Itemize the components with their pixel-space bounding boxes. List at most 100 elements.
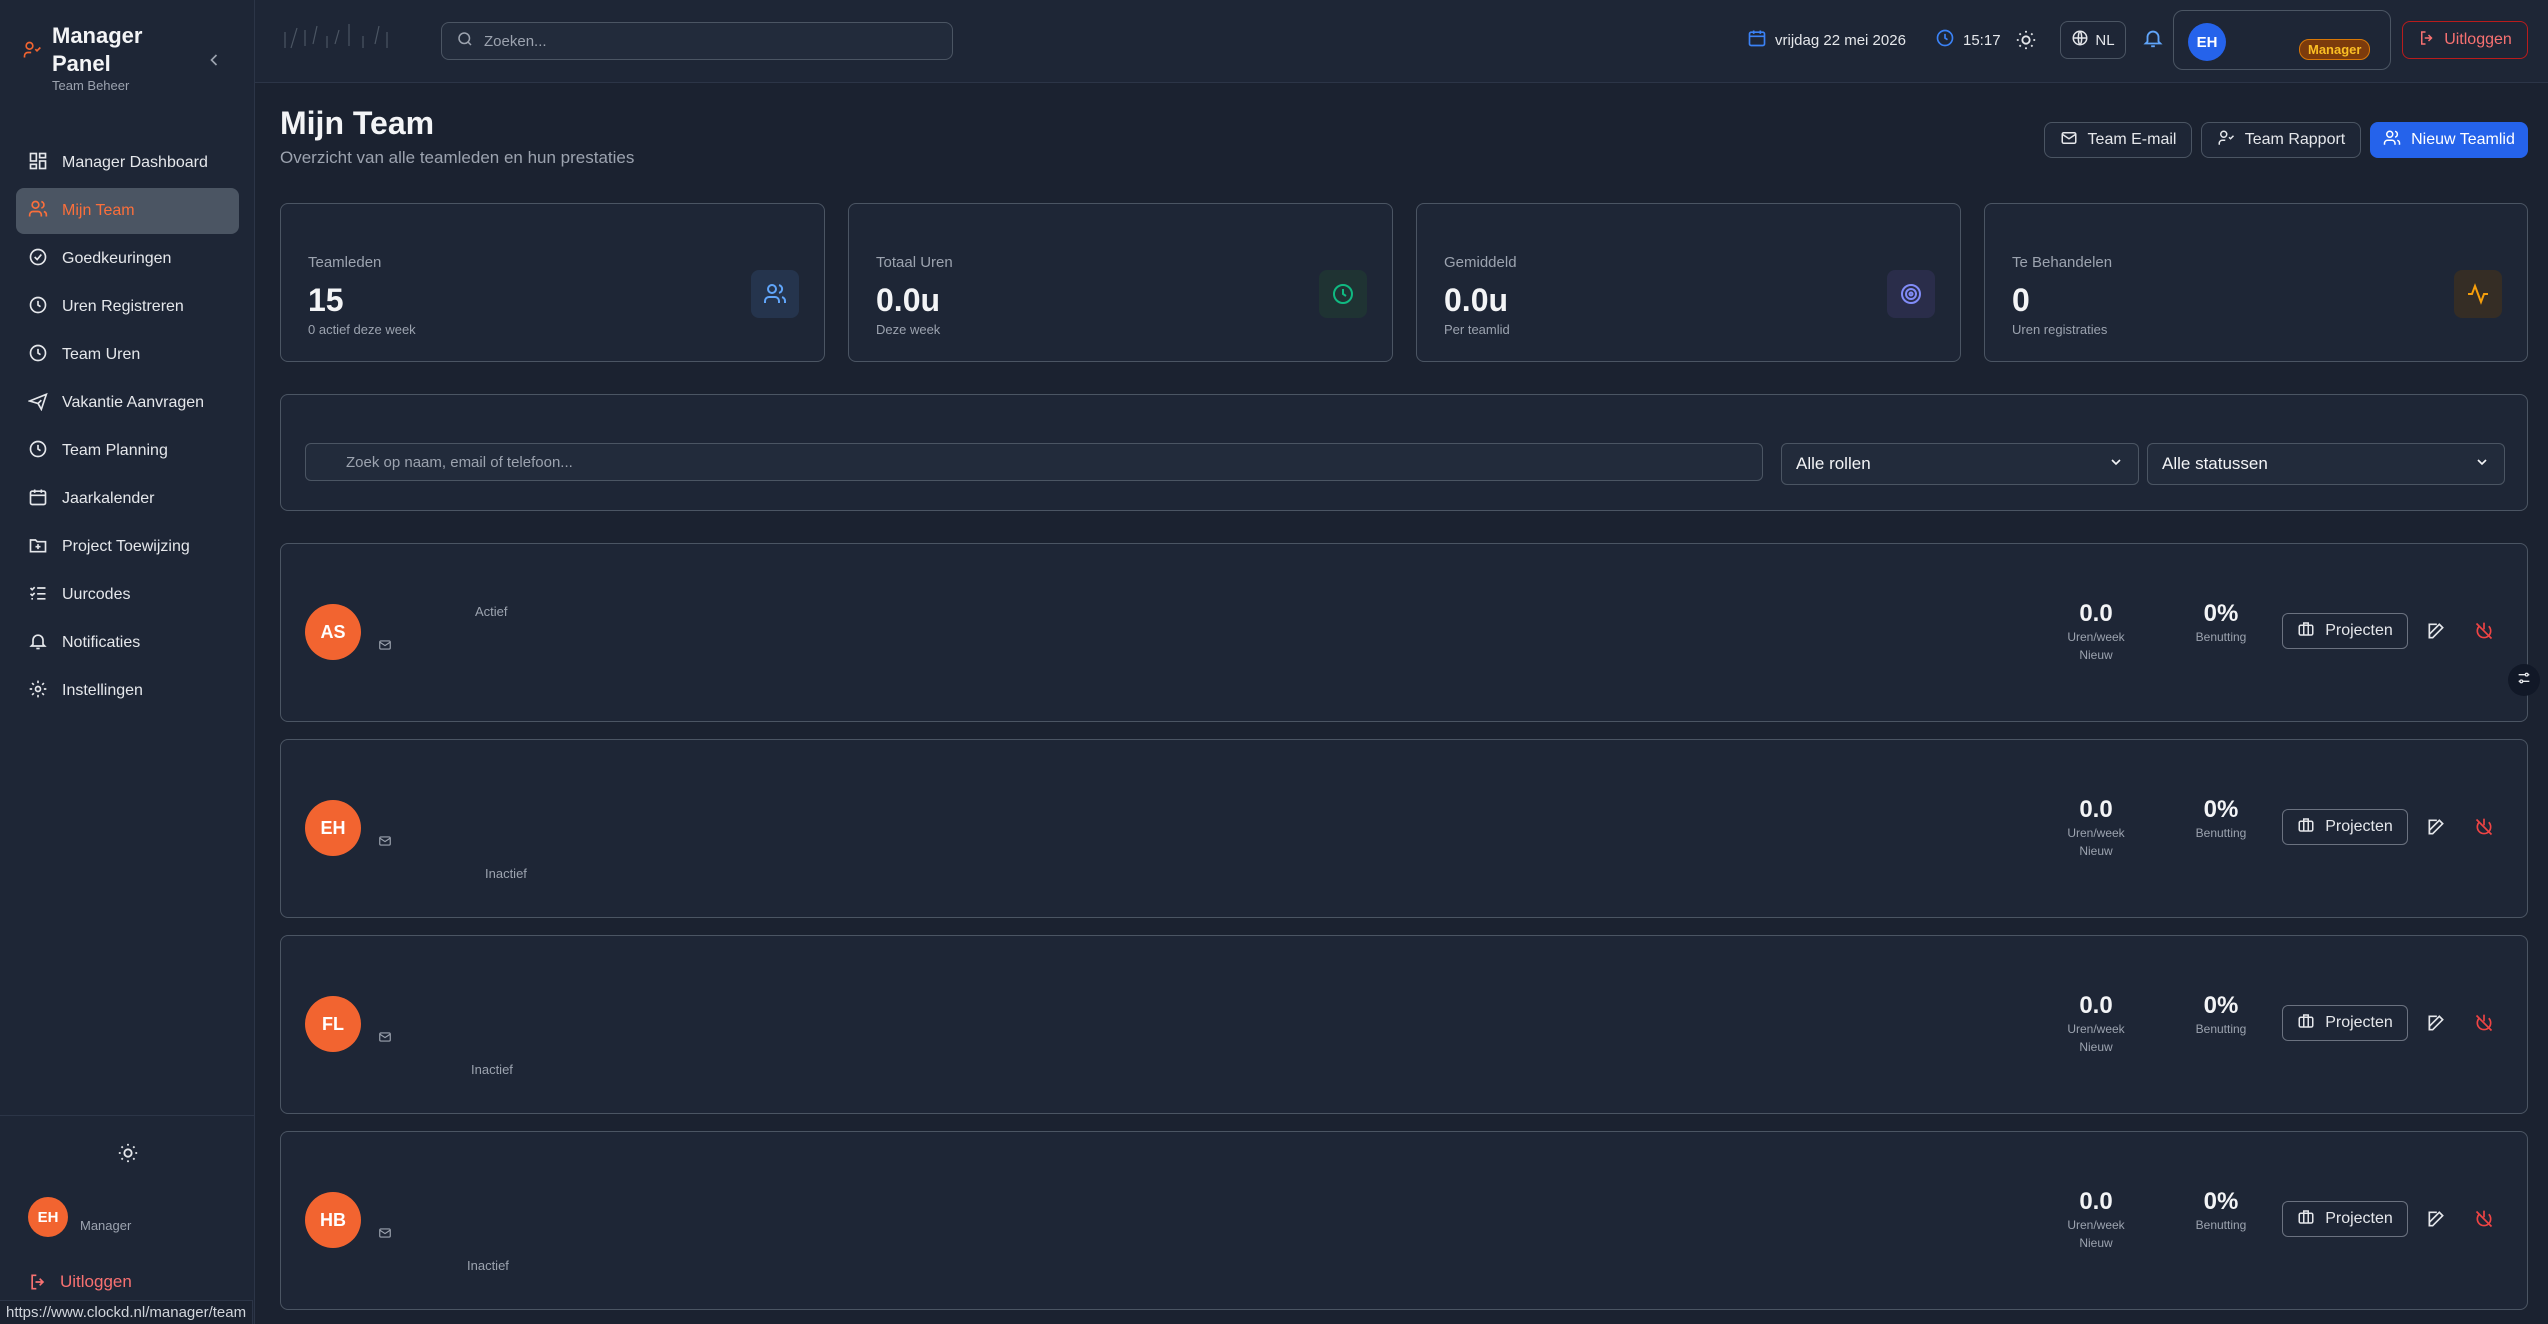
sidebar-item-team-planning[interactable]: Team Planning: [16, 428, 239, 474]
user-check-icon: [2217, 129, 2235, 152]
theme-toggle-sun-icon[interactable]: [2015, 29, 2037, 51]
date-text: vrijdag 22 mei 2026: [1775, 31, 1906, 49]
projects-button[interactable]: Projecten: [2282, 809, 2408, 845]
calendar-icon: [1747, 28, 1767, 52]
deactivate-icon[interactable]: [2474, 1013, 2494, 1033]
deactivate-icon[interactable]: [2474, 621, 2494, 641]
logout-label: Uitloggen: [2444, 31, 2512, 48]
sidebar-item-goedkeuringen[interactable]: Goedkeuringen: [16, 236, 239, 282]
logout-icon: [28, 1272, 48, 1292]
chevron-left-icon[interactable]: [204, 50, 224, 70]
sidebar-item-jaarkalender[interactable]: Jaarkalender: [16, 476, 239, 522]
clock-icon: [28, 295, 48, 320]
clock-icon: [1319, 270, 1367, 318]
status-filter-select[interactable]: Alle statussen: [2147, 443, 2505, 485]
sidebar-item-uren-registreren[interactable]: Uren Registreren: [16, 284, 239, 330]
member-search[interactable]: [305, 443, 1763, 481]
member-info: Inactief: [377, 996, 677, 1077]
time-text: 15:17: [1963, 31, 2001, 49]
users-icon: [28, 199, 48, 224]
projects-label: Projecten: [2325, 818, 2393, 835]
edit-icon[interactable]: [2426, 1013, 2446, 1033]
team-email-label: Team E-mail: [2087, 131, 2177, 148]
activity-icon: [2454, 270, 2502, 318]
member-utilization: 0% Benutting: [2171, 992, 2271, 1038]
sidebar-item-manager-dashboard[interactable]: Manager Dashboard: [16, 140, 239, 186]
util-value: 0%: [2203, 1188, 2239, 1215]
sidebar-logout-button[interactable]: Uitloggen: [28, 1272, 132, 1292]
stat-value: 0.0u: [1444, 282, 1509, 318]
util-value: 0%: [2203, 796, 2239, 823]
team-email-button[interactable]: Team E-mail: [2044, 122, 2192, 158]
logout-button[interactable]: Uitloggen: [2402, 21, 2528, 59]
edit-icon[interactable]: [2426, 621, 2446, 641]
stat-note: 0 actief deze week: [308, 322, 416, 337]
sidebar-item-notificaties[interactable]: Notificaties: [16, 620, 239, 666]
filter-bar: Alle rollen Alle statussen: [280, 394, 2528, 511]
topbar: vrijdag 22 mei 2026 15:17 NL EH Manager …: [255, 0, 2548, 83]
sidebar-item-vakantie-aanvragen[interactable]: Vakantie Aanvragen: [16, 380, 239, 426]
status-badge: Actief: [475, 604, 508, 619]
hours-value: 0.0: [2079, 600, 2113, 627]
edit-icon[interactable]: [2426, 1209, 2446, 1229]
sidebar-item-team-uren[interactable]: Team Uren: [16, 332, 239, 378]
sidebar-user[interactable]: EH Manager: [28, 1197, 131, 1237]
member-hours: 0.0 Uren/week Nieuw: [2051, 600, 2141, 664]
hours-value: 0.0: [2079, 1188, 2113, 1215]
deactivate-icon[interactable]: [2474, 1209, 2494, 1229]
sidebar-item-instellingen[interactable]: Instellingen: [16, 668, 239, 714]
mail-icon: [377, 638, 393, 652]
notifications-bell-icon[interactable]: [2142, 26, 2164, 50]
stat-value: 15: [308, 282, 344, 318]
projects-label: Projecten: [2325, 1210, 2393, 1227]
logout-label: Uitloggen: [60, 1272, 132, 1291]
role-filter-value: Alle rollen: [1796, 454, 1871, 473]
profile-menu[interactable]: EH Manager: [2173, 10, 2391, 70]
folder-icon: [28, 535, 48, 560]
user-role: Manager: [80, 1217, 132, 1233]
member-utilization: 0% Benutting: [2171, 1188, 2271, 1234]
hours-note: Nieuw: [2079, 1040, 2113, 1054]
stat-value: 0.0u: [876, 282, 941, 318]
sidebar-item-mijn-team[interactable]: Mijn Team: [16, 188, 239, 234]
member-search-input[interactable]: [306, 444, 1762, 480]
member-hours: 0.0 Uren/week Nieuw: [2051, 796, 2141, 860]
global-search[interactable]: [441, 22, 953, 60]
team-member-card[interactable]: EH Inactief 0.0 Uren/week Nieuw 0% Benut…: [280, 739, 2528, 918]
new-teammember-button[interactable]: Nieuw Teamlid: [2370, 122, 2528, 158]
util-value: 0%: [2203, 600, 2239, 627]
member-info: Actief: [377, 604, 677, 664]
list-check-icon: [28, 583, 48, 608]
sidebar-item-uurcodes[interactable]: Uurcodes: [16, 572, 239, 618]
sidebar-item-project-toewijzing[interactable]: Project Toewijzing: [16, 524, 239, 570]
team-member-card[interactable]: AS Actief 0.0 Uren/week Nieuw 0% Benutti…: [280, 543, 2528, 722]
projects-button[interactable]: Projecten: [2282, 613, 2408, 649]
edit-icon[interactable]: [2426, 817, 2446, 837]
member-info: Inactief: [377, 1192, 677, 1273]
status-badge: Inactief: [471, 1062, 513, 1077]
sidebar-item-label: Jaarkalender: [62, 490, 155, 507]
bell-icon: [28, 631, 48, 656]
member-utilization: 0% Benutting: [2171, 600, 2271, 646]
hours-value: 0.0: [2079, 992, 2113, 1019]
team-member-card[interactable]: FL Inactief 0.0 Uren/week Nieuw 0% Benut…: [280, 935, 2528, 1114]
team-report-button[interactable]: Team Rapport: [2201, 122, 2361, 158]
sidebar-footer: EH Manager Uitloggen: [0, 1115, 255, 1324]
sun-icon[interactable]: [117, 1142, 139, 1164]
projects-button[interactable]: Projecten: [2282, 1005, 2408, 1041]
projects-button[interactable]: Projecten: [2282, 1201, 2408, 1237]
language-selector[interactable]: NL: [2060, 21, 2126, 59]
team-member-card[interactable]: HB Inactief 0.0 Uren/week Nieuw 0% Benut…: [280, 1131, 2528, 1310]
hours-value: 0.0: [2079, 796, 2113, 823]
deactivate-icon[interactable]: [2474, 817, 2494, 837]
mail-icon: [377, 1030, 393, 1044]
stat-note: Deze week: [876, 322, 941, 337]
role-filter-select[interactable]: Alle rollen: [1781, 443, 2139, 485]
users-icon: [2383, 129, 2401, 152]
dashboard-icon: [28, 151, 48, 176]
floating-settings-button[interactable]: [2508, 664, 2540, 696]
avatar: FL: [305, 996, 361, 1052]
sidebar-item-label: Mijn Team: [62, 202, 135, 219]
avatar: EH: [305, 800, 361, 856]
search-input[interactable]: [484, 32, 938, 50]
